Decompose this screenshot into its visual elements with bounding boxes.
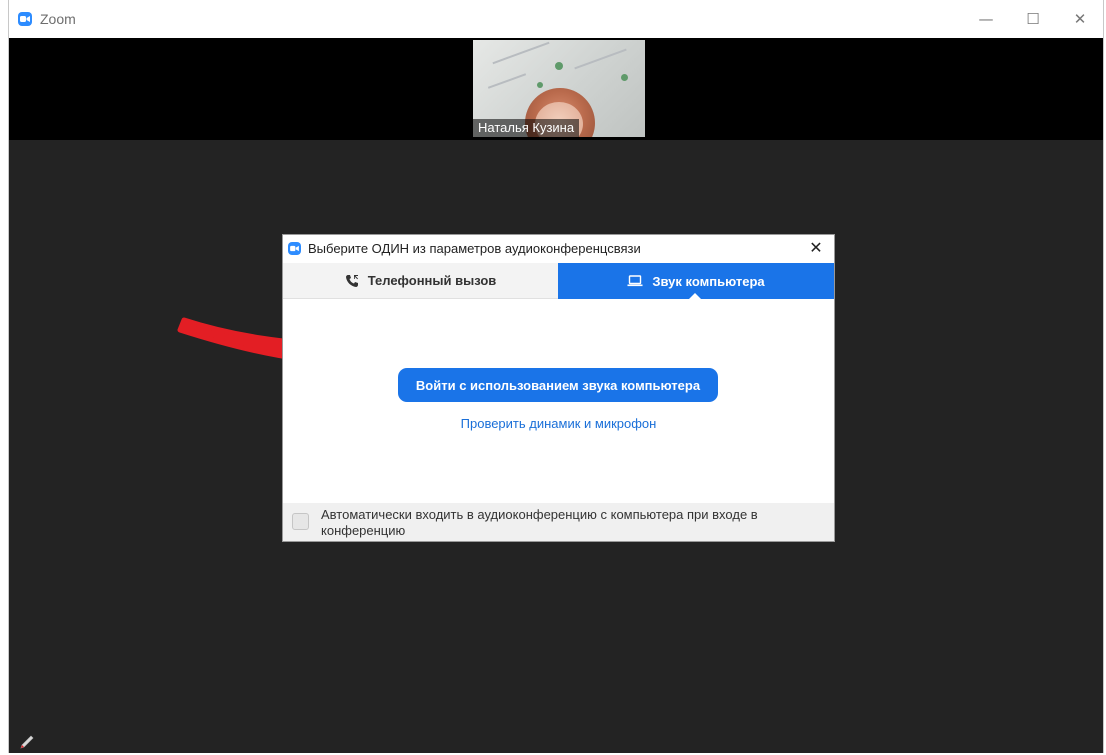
- active-tab-indicator: [688, 293, 702, 300]
- window-title: Zoom: [40, 11, 76, 27]
- participant-name-label: Наталья Кузина: [473, 119, 580, 137]
- auto-join-checkbox[interactable]: [292, 513, 309, 530]
- close-window-button[interactable]: ✕: [1057, 4, 1103, 34]
- dialog-title: Выберите ОДИН из параметров аудиоконфере…: [308, 241, 641, 256]
- auto-join-label[interactable]: Автоматически входить в аудиоконференцию…: [321, 507, 791, 539]
- tab-phone-call-label: Телефонный вызов: [367, 273, 497, 288]
- audio-tabs: Телефонный вызов Звук компьютера: [283, 263, 834, 300]
- participant-video-tile[interactable]: Наталья Кузина: [473, 40, 645, 137]
- dialog-footer: Автоматически входить в аудиоконференцию…: [283, 503, 834, 541]
- title-bar[interactable]: Zoom — ☐ ✕: [9, 0, 1103, 38]
- test-speaker-mic-link[interactable]: Проверить динамик и микрофон: [283, 416, 834, 431]
- pen-annotation-icon[interactable]: [19, 734, 35, 755]
- phone-icon: [345, 274, 359, 288]
- minimize-button[interactable]: —: [963, 4, 1009, 34]
- join-computer-audio-button[interactable]: Войти с использованием звука компьютера: [398, 368, 718, 402]
- background-logo-decoration: [537, 82, 543, 88]
- laptop-icon: [627, 275, 643, 287]
- audio-conference-dialog: Выберите ОДИН из параметров аудиоконфере…: [283, 235, 834, 541]
- tab-computer-audio-label: Звук компьютера: [652, 273, 765, 289]
- background-text-decoration: [492, 41, 550, 65]
- background-text-decoration: [574, 48, 627, 70]
- maximize-button[interactable]: ☐: [1010, 4, 1056, 34]
- dialog-close-button[interactable]: ✕: [806, 238, 826, 258]
- zoom-logo-icon: [18, 12, 32, 26]
- background-logo-decoration: [555, 62, 563, 70]
- tab-phone-call[interactable]: Телефонный вызов: [283, 263, 558, 299]
- dialog-header: Выберите ОДИН из параметров аудиоконфере…: [283, 235, 834, 263]
- background-text-decoration: [487, 73, 527, 89]
- tab-computer-audio[interactable]: Звук компьютера: [558, 263, 834, 300]
- zoom-logo-icon: [288, 242, 301, 255]
- participant-strip: Наталья Кузина: [9, 38, 1103, 140]
- background-logo-decoration: [621, 74, 628, 81]
